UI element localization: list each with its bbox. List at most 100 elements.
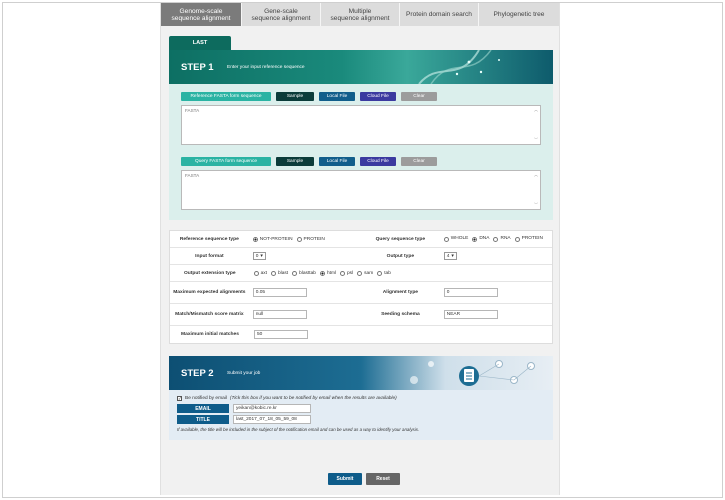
output-ext-blasttab-radio[interactable]: blasttab <box>292 270 316 276</box>
title-field-row: TITLE last_2017_07_18_05_59_08 <box>177 415 545 424</box>
title-label: TITLE <box>177 415 229 424</box>
scroll-up-icon[interactable]: ︿ <box>534 107 538 113</box>
page-container: Genome-scale sequence alignment Gene-scal… <box>160 3 560 495</box>
output-ext-blast-radio[interactable]: blast <box>271 270 288 276</box>
tool-tabs: Genome-scale sequence alignment Gene-scal… <box>161 3 559 26</box>
reference-fasta-label: Reference FASTA form sequence <box>181 92 271 101</box>
query-type-whole-radio[interactable]: WHOLE <box>443 235 468 243</box>
ref-type-protein-radio[interactable]: PROTEIN <box>296 236 325 242</box>
alignment-type-label: Alignment type <box>382 290 419 295</box>
tab-label: sequence alignment <box>171 14 231 22</box>
match-matrix-label: Match/Mismatch score matrix <box>175 312 244 317</box>
submit-button[interactable]: Submit <box>328 473 362 485</box>
output-ext-tab-radio[interactable]: tab <box>377 270 391 276</box>
main-content: LAST STEP 1 Enter your input reference s… <box>169 36 553 440</box>
form-actions: Submit Reset <box>328 473 400 485</box>
step1-banner: STEP 1 Enter your input reference sequen… <box>169 50 553 84</box>
tab-label: Genome-scale <box>179 7 223 15</box>
ref-type-not-protein-radio[interactable]: NOT-PROTEIN <box>252 236 293 242</box>
tab-genome-scale[interactable]: Genome-scale sequence alignment <box>161 3 242 26</box>
step2-subtitle: Submit your job <box>227 371 261 376</box>
step1-subtitle: Enter your input reference sequence <box>227 65 305 70</box>
options-row: Reference sequence type NOT-PROTEIN PROT… <box>170 231 552 248</box>
reference-cloud-file-button[interactable]: Cloud File <box>360 92 396 101</box>
tab-label: Phylogenetic tree <box>493 11 545 18</box>
title-input[interactable]: last_2017_07_18_05_59_08 <box>233 415 311 424</box>
options-row: Maximum initial matches 50 <box>170 326 552 343</box>
reference-clear-button[interactable]: Clear <box>401 92 437 101</box>
seeding-input[interactable]: NEAR <box>443 310 498 319</box>
query-type-protein-radio[interactable]: PROTEIN <box>514 235 543 243</box>
output-ext-label: Output extension type <box>183 270 236 276</box>
tab-label: Protein domain search <box>406 11 472 18</box>
query-sample-button[interactable]: Sample <box>276 157 314 166</box>
notify-line: ✓ Be notified by email (Tick this box if… <box>177 396 545 401</box>
tab-gene-scale[interactable]: Gene-scale sequence alignment <box>242 3 321 26</box>
reference-sample-button[interactable]: Sample <box>276 92 314 101</box>
notify-label: Be notified by email <box>185 396 227 401</box>
browser-frame: Genome-scale sequence alignment Gene-scal… <box>2 2 723 498</box>
query-type-dna-radio[interactable]: DNA <box>472 235 489 243</box>
query-type-rna-radio[interactable]: RNA <box>493 235 511 243</box>
query-type-options: WHOLE DNA RNA PROTEIN <box>440 231 552 247</box>
reference-local-file-button[interactable]: Local File <box>319 92 355 101</box>
chevron-down-icon: ▾ <box>260 253 263 259</box>
scroll-down-icon[interactable]: ﹀ <box>534 202 538 208</box>
step2-title: STEP 2 <box>181 368 214 379</box>
query-sequence-textarea[interactable]: FASTA ︿ ﹀ <box>181 170 541 210</box>
query-sequence-text: FASTA <box>185 173 200 178</box>
seeding-label: Seeding schema <box>381 312 420 317</box>
tab-label: sequence alignment <box>330 14 390 22</box>
match-matrix-input[interactable]: null <box>252 310 307 319</box>
tab-last[interactable]: LAST <box>169 36 231 50</box>
alignment-type-input[interactable]: 0 <box>443 288 498 297</box>
title-note: If available, the title will be included… <box>177 427 420 432</box>
email-input[interactable]: yeikan@kobic.re.kr <box>233 404 311 413</box>
tab-label: sequence alignment <box>251 14 311 22</box>
tab-label: Multiple <box>348 7 372 15</box>
scroll-down-icon[interactable]: ﹀ <box>534 137 538 143</box>
step1-body: Reference FASTA form sequence Sample Loc… <box>169 84 553 220</box>
chevron-down-icon: ▾ <box>451 253 454 259</box>
reference-button-row: Reference FASTA form sequence Sample Loc… <box>181 92 541 101</box>
options-row: Maximum expected alignments 0.05 Alignme… <box>170 282 552 304</box>
output-ext-sam-radio[interactable]: sam <box>357 270 373 276</box>
output-ext-axt-radio[interactable]: axt <box>253 270 267 276</box>
input-format-select[interactable]: 0 ▾ <box>252 252 266 260</box>
notify-checkbox[interactable]: ✓ <box>177 396 182 401</box>
reset-button[interactable]: Reset <box>366 473 400 485</box>
email-field-row: EMAIL yeikan@kobic.re.kr <box>177 404 545 413</box>
reference-sequence-text: FASTA <box>185 108 200 113</box>
query-type-label: Query sequence type <box>375 236 426 242</box>
options-row: Output extension type axt blast blasttab… <box>170 265 552 282</box>
tab-phylogenetic[interactable]: Phylogenetic tree <box>479 3 559 26</box>
options-table: Reference sequence type NOT-PROTEIN PROT… <box>169 230 553 344</box>
options-row: Input format 0 ▾ Output type 4 ▾ <box>170 248 552 265</box>
tab-multiple[interactable]: Multiple sequence alignment <box>321 3 400 26</box>
reference-sequence-textarea[interactable]: FASTA ︿ ﹀ <box>181 105 541 145</box>
max-initial-input[interactable]: 50 <box>254 330 308 339</box>
ref-type-options: NOT-PROTEIN PROTEIN <box>249 231 361 247</box>
query-clear-button[interactable]: Clear <box>401 157 437 166</box>
step2-banner: STEP 2 Submit your job <box>169 356 553 390</box>
options-row: Match/Mismatch score matrix null Seeding… <box>170 304 552 326</box>
output-ext-html-radio[interactable]: html <box>319 270 336 276</box>
max-expected-input[interactable]: 0.05 <box>252 288 307 297</box>
max-initial-label: Maximum initial matches <box>181 332 239 337</box>
tab-protein-domain[interactable]: Protein domain search <box>400 3 479 26</box>
query-cloud-file-button[interactable]: Cloud File <box>360 157 396 166</box>
max-expected-label: Maximum expected alignments <box>173 290 246 295</box>
output-ext-options: axt blast blasttab html psl sam tab <box>250 265 552 281</box>
query-button-row: Query FASTA form sequence Sample Local F… <box>181 157 541 166</box>
email-label: EMAIL <box>177 404 229 413</box>
step2-body: ✓ Be notified by email (Tick this box if… <box>169 390 553 440</box>
output-type-label: Output type <box>386 253 415 259</box>
step1-title: STEP 1 <box>181 62 214 73</box>
scroll-up-icon[interactable]: ︿ <box>534 172 538 178</box>
output-ext-psl-radio[interactable]: psl <box>340 270 353 276</box>
output-type-select[interactable]: 4 ▾ <box>443 252 457 260</box>
query-local-file-button[interactable]: Local File <box>319 157 355 166</box>
query-fasta-label: Query FASTA form sequence <box>181 157 271 166</box>
input-format-label: Input format <box>195 253 224 259</box>
notify-hint: (Tick this box if you want to be notifie… <box>229 396 397 401</box>
